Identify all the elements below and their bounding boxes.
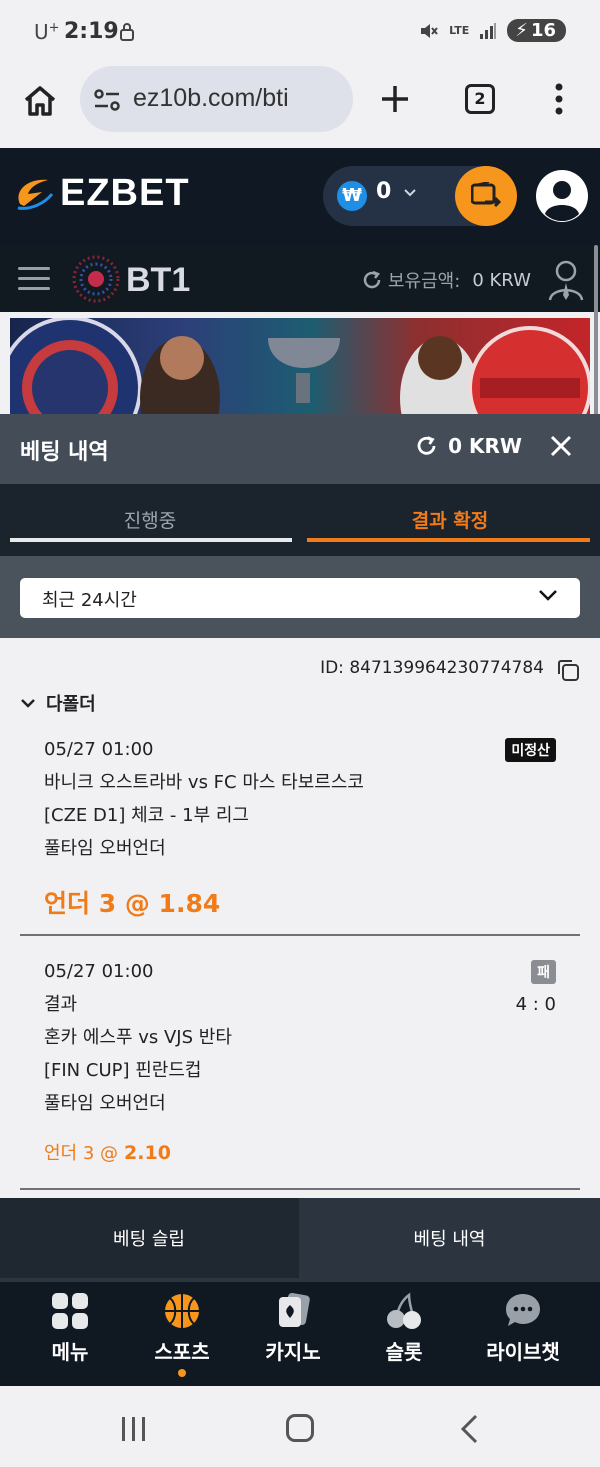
nav-sports[interactable]: 스포츠 [127,1292,237,1377]
wallet-transfer-icon [471,182,501,208]
tab-settled[interactable]: 결과 확정 [300,484,600,556]
carrier-label: U+ [34,20,60,44]
status-badge: 미정산 [505,738,556,762]
bet-slip-bar: 베팅 슬립 베팅 내역 [0,1198,600,1278]
bet-selection: 05/27 01:00 미정산 바니크 오스트라바 vs FC 마스 타보르스코… [44,738,556,920]
user-icon [538,172,586,222]
won-icon: ₩ [337,181,367,211]
promo-banner-artwork [10,318,590,414]
nav-live-chat[interactable]: 라이브챗 [468,1292,578,1365]
chevron-down-icon [404,189,416,197]
status-badge: 패 [531,960,556,984]
bti-logo: BT1 [72,255,190,303]
panel-balance: 0 KRW [448,434,522,458]
chevron-down-icon [21,699,35,708]
close-icon[interactable] [550,435,572,457]
selection-datetime: 05/27 01:00 [44,961,154,982]
home-icon[interactable] [22,83,58,119]
signal-icon [480,22,497,39]
bet-slip-tab[interactable]: 베팅 슬립 [0,1198,298,1278]
balance-value: 0 KRW [472,269,531,291]
site-header: EZBET ₩ 0 [0,148,600,245]
charging-icon: ⚡ [515,20,528,41]
panel-title: 베팅 내역 [20,440,109,465]
hamburger-menu-icon[interactable] [18,267,50,291]
selection-pick: 언더 3 @ 1.84 [44,889,221,918]
balance-display: 보유금액: 0 KRW [362,267,531,293]
sportsbook-toolbar: BT1 보유금액: 0 KRW [0,245,600,312]
refresh-icon[interactable] [362,270,382,290]
status-bar: U+ 2:19 LTE ⚡ 16 [0,0,600,64]
network-label: LTE [449,23,470,37]
cherry-icon [387,1292,421,1329]
bet-history-tabs: 진행중 결과 확정 [0,484,600,556]
mute-icon [421,23,438,38]
account-avatar[interactable] [536,170,588,222]
chat-icon [506,1294,540,1326]
clock: 2:19 [64,19,119,44]
selection-market: 풀타임 오버언더 [44,838,166,859]
selection-score: 4 : 0 [515,994,556,1015]
grid-icon [52,1293,88,1329]
bet-selection: 05/27 01:00 패 결과 4 : 0 혼카 에스푸 vs VJS 반타 … [44,960,556,1165]
system-navigation-bar [0,1386,600,1467]
promo-banner[interactable] [10,318,590,414]
cards-icon [279,1292,310,1327]
selection-pick: 언더 3 @2.10 [44,1142,171,1164]
nav-casino[interactable]: 카지노 [238,1292,348,1365]
tab-in-progress[interactable]: 진행중 [0,484,300,556]
url-text[interactable]: ez10b.com/bti [133,84,289,113]
selection-market: 풀타임 오버언더 [44,1093,166,1114]
filter-bar: 최근 24시간 [0,556,600,638]
selection-result-label: 결과 [44,994,78,1015]
more-menu-icon[interactable] [552,82,566,116]
battery-indicator: ⚡ 16 [507,19,566,42]
selection-league: [FIN CUP] 핀란드컵 [44,1060,202,1081]
bet-history-tab[interactable]: 베팅 내역 [299,1198,600,1278]
deposit-button[interactable] [455,166,517,226]
tab-switcher-button[interactable]: 2 [465,84,495,114]
svg-text:BT1: BT1 [126,261,190,299]
divider [20,934,580,936]
nav-slots[interactable]: 슬롯 [349,1292,459,1365]
user-profile-icon[interactable] [547,259,585,301]
bet-type-toggle[interactable]: 다폴더 [20,690,96,716]
recent-apps-icon[interactable] [120,1416,148,1442]
bet-id: ID: 847139964230774784 [320,658,544,678]
basketball-icon [165,1294,199,1328]
bet-list: ID: 847139964230774784 다폴더 05/27 01:00 미… [0,638,600,1198]
bottom-navigation: 메뉴 스포츠 카지노 슬롯 라이브챗 [0,1278,600,1386]
divider [20,1188,580,1190]
nav-menu[interactable]: 메뉴 [15,1292,125,1365]
balance-label: 보유금액: [388,271,461,292]
chevron-down-icon [539,590,557,601]
period-select[interactable]: 최근 24시간 [20,578,580,618]
refresh-icon[interactable] [416,435,438,457]
selection-datetime: 05/27 01:00 [44,739,154,760]
new-tab-icon[interactable] [380,84,410,114]
selection-league: [CZE D1] 체코 - 1부 리그 [44,805,249,826]
lock-icon [120,23,134,41]
selection-match: 혼카 에스푸 vs VJS 반타 [44,1027,232,1048]
ezbet-logo-mark [17,179,54,210]
site-settings-icon[interactable] [94,88,120,112]
system-home-icon[interactable] [286,1414,314,1442]
wallet-value: 0 [376,179,392,204]
copy-icon[interactable] [556,658,580,682]
selection-match: 바니크 오스트라바 vs FC 마스 타보르스코 [44,772,364,793]
browser-toolbar: ez10b.com/bti 2 [0,64,600,148]
active-indicator [178,1369,186,1377]
back-icon[interactable] [458,1414,480,1444]
period-select-value: 최근 24시간 [42,590,137,611]
address-bar[interactable]: ez10b.com/bti [80,66,353,132]
bet-history-header: 베팅 내역 0 KRW [0,414,600,484]
ezbet-logo[interactable]: EZBET [12,172,190,215]
